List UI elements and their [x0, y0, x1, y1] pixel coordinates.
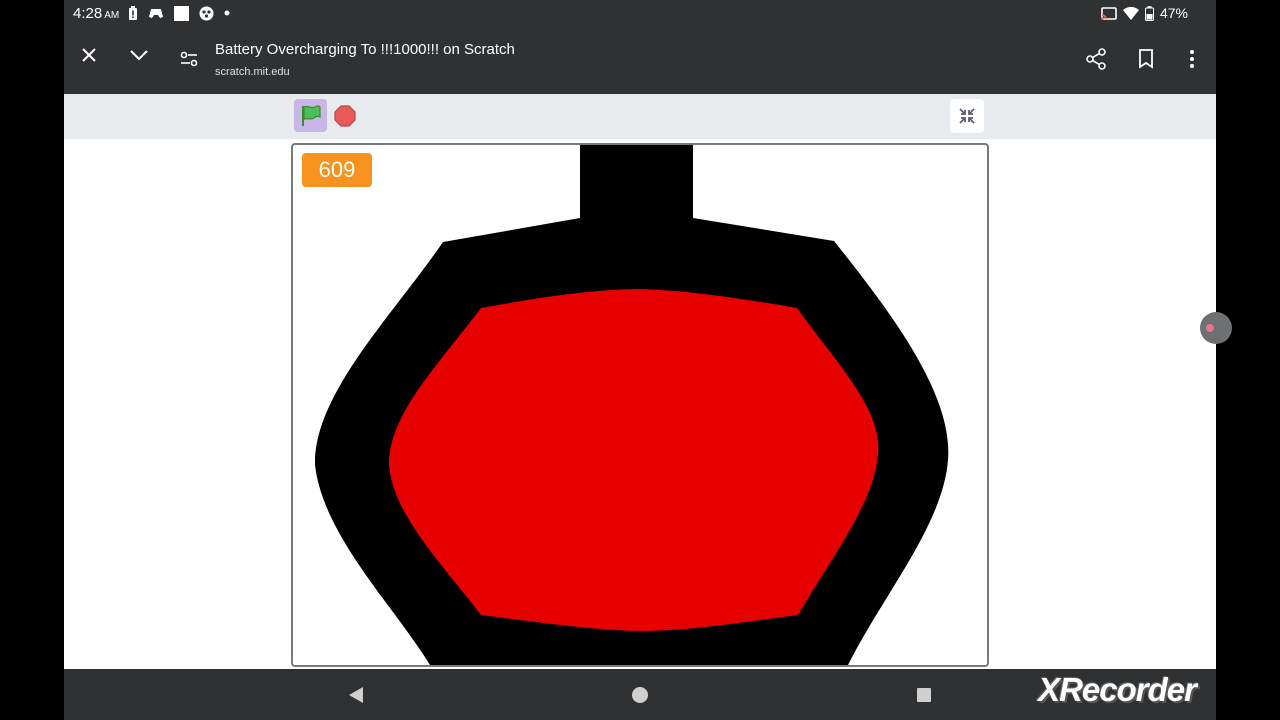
nav-back-button[interactable]: [344, 683, 368, 707]
side-handle-indicator: [1206, 324, 1214, 332]
status-bar: 4:28 AM 47%: [64, 0, 1216, 26]
battery-charge-fill: [388, 289, 879, 631]
close-icon: [82, 48, 96, 62]
exit-fullscreen-icon: [959, 108, 975, 124]
bookmark-button[interactable]: [1126, 39, 1166, 79]
home-circle-icon: [632, 687, 648, 703]
chevron-down-icon: [130, 50, 148, 61]
minimize-tab-button[interactable]: [119, 35, 159, 75]
close-tab-button[interactable]: [69, 35, 109, 75]
battery-percent: 47%: [1159, 5, 1188, 21]
recents-square-icon: [917, 688, 931, 702]
status-ampm: AM: [104, 10, 120, 21]
stop-icon: [334, 105, 356, 127]
page-info-button[interactable]: [169, 39, 209, 79]
battery-icon: [1144, 5, 1154, 21]
status-time: 4:28 AM: [73, 5, 119, 22]
tune-icon: [180, 51, 198, 67]
green-flag-button[interactable]: [294, 99, 327, 132]
more-vert-icon: [1190, 50, 1194, 68]
player-toolbar: [64, 94, 1216, 139]
system-status-icons: 47%: [1101, 5, 1188, 21]
menu-button[interactable]: [1172, 39, 1212, 79]
wifi-icon: [1122, 6, 1139, 20]
charge-counter: 609: [302, 153, 372, 187]
cast-icon: [1101, 6, 1117, 20]
device-screen: 4:28 AM 47% Battery Overcharging To !!!10…: [64, 0, 1232, 720]
game-controller-icon: [149, 9, 163, 18]
page-title: Battery Overcharging To !!!1000!!! on Sc…: [215, 41, 515, 58]
square-notification-icon: [174, 5, 189, 21]
bookmark-icon: [1139, 49, 1153, 69]
navigation-bar: XRecorder: [64, 669, 1216, 720]
share-icon: [1086, 48, 1106, 70]
stop-button[interactable]: [334, 105, 356, 127]
exit-fullscreen-button[interactable]: [950, 99, 984, 133]
browser-header: Battery Overcharging To !!!1000!!! on Sc…: [64, 26, 1216, 94]
nav-home-button[interactable]: [628, 683, 652, 707]
page-url: scratch.mit.edu: [215, 66, 290, 78]
nav-recents-button[interactable]: [912, 683, 936, 707]
notification-icons: [128, 5, 230, 21]
more-notifications-dot-icon: [224, 10, 230, 16]
battery-alert-icon: [129, 5, 137, 20]
scratch-stage[interactable]: 609: [291, 143, 989, 667]
status-clock: 4:28: [73, 5, 103, 22]
share-button[interactable]: [1076, 39, 1116, 79]
app-notification-icon: [199, 6, 214, 20]
battery-sprite: [314, 145, 949, 665]
back-triangle-icon: [349, 687, 363, 703]
recorder-watermark: XRecorder: [1038, 671, 1197, 708]
green-flag-icon: [301, 104, 321, 126]
side-panel-handle[interactable]: [1200, 312, 1232, 344]
